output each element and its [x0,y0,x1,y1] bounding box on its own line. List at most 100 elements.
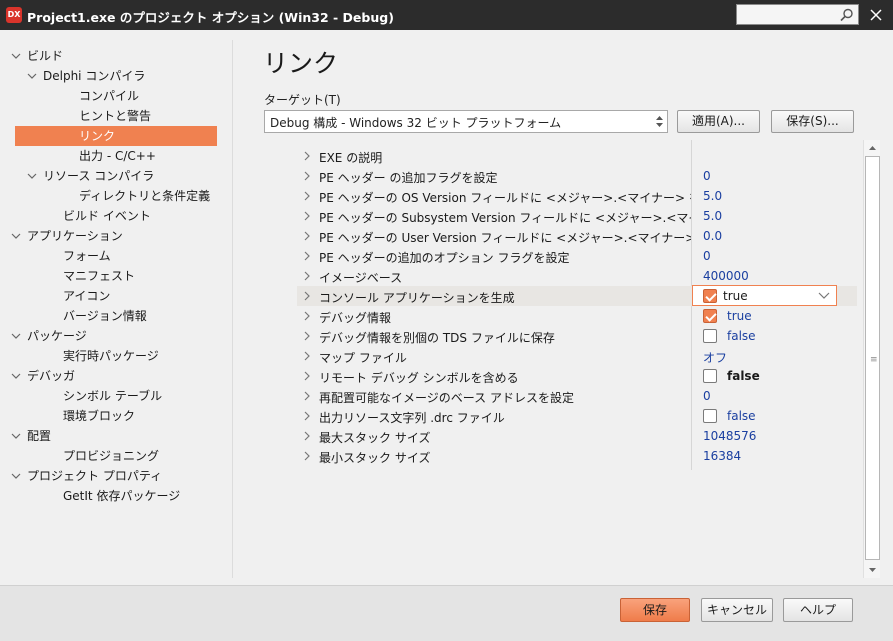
tree-item-label: 配置 [27,429,52,443]
tree-item[interactable]: GetIt 依存パッケージ [9,486,219,506]
tree-item[interactable]: アプリケーション [9,226,219,246]
property-row[interactable]: デバッグ情報を別個の TDS ファイルに保存 false [297,326,857,346]
tree-item[interactable]: デバッガ [9,366,219,386]
tree-item[interactable]: 出力 - C/C++ [9,146,219,166]
tree-item[interactable]: プロビジョニング [9,446,219,466]
chevron-right-icon[interactable] [303,411,311,421]
property-row[interactable]: リモート デバッグ シンボルを含める false [297,366,857,386]
chevron-right-icon[interactable] [303,291,311,301]
property-value: false [727,369,760,383]
property-checkbox[interactable] [703,289,717,303]
save-button[interactable]: 保存 [620,598,690,622]
property-value[interactable]: 400000 [703,269,749,283]
property-editor[interactable]: true [692,285,837,306]
tree-item[interactable]: プロジェクト プロパティ [9,466,219,486]
scroll-up-icon[interactable] [867,143,878,154]
property-row[interactable]: マップ ファイル オフ [297,346,857,366]
apply-button[interactable]: 適用(A)... [677,110,760,133]
property-value[interactable]: 0 [703,169,711,183]
chevron-right-icon[interactable] [303,171,311,181]
chevron-right-icon[interactable] [303,371,311,381]
chevron-right-icon[interactable] [303,231,311,241]
scroll-thumb[interactable]: ≡ [865,156,880,560]
property-row[interactable]: イメージベース 400000 [297,266,857,286]
search-input[interactable] [736,4,859,25]
chevron-right-icon[interactable] [303,431,311,441]
tree-item-label: フォーム [63,249,111,263]
chevron-right-icon[interactable] [303,331,311,341]
tree-item[interactable]: リソース コンパイラ [9,166,219,186]
property-name: 最大スタック サイズ [319,431,431,445]
chevron-down-icon[interactable] [9,326,23,346]
property-value[interactable]: 0 [703,389,711,403]
tree-item[interactable]: パッケージ [9,326,219,346]
tree-item[interactable]: 環境ブロック [9,406,219,426]
chevron-right-icon[interactable] [303,191,311,201]
property-row[interactable]: 再配置可能なイメージのベース アドレスを設定 0 [297,386,857,406]
chevron-right-icon[interactable] [303,151,311,161]
property-value[interactable]: 5.0 [703,209,722,223]
tree-item[interactable]: 実行時パッケージ [9,346,219,366]
property-value[interactable]: 16384 [703,449,741,463]
tree-item[interactable]: リンク [15,126,217,146]
tree-item[interactable]: ディレクトリと条件定義 [9,186,219,206]
property-row[interactable]: PE ヘッダーの User Version フィールドに <メジャー>.<マイナ… [297,226,857,246]
property-row[interactable]: PE ヘッダーの OS Version フィールドに <メジャー>.<マイナー>… [297,186,857,206]
property-checkbox[interactable] [703,369,717,383]
property-value[interactable]: 0 [703,249,711,263]
property-value: true [727,309,752,323]
property-name: デバッグ情報を別個の TDS ファイルに保存 [319,331,555,345]
chevron-down-icon[interactable] [9,426,23,446]
tree-item[interactable]: マニフェスト [9,266,219,286]
tree-item[interactable]: コンパイル [9,86,219,106]
tree-item[interactable]: Delphi コンパイラ [9,66,219,86]
property-value[interactable]: オフ [703,349,727,366]
property-row[interactable]: 最小スタック サイズ 16384 [297,446,857,466]
tree-item[interactable]: ビルド イベント [9,206,219,226]
chevron-down-icon[interactable] [9,226,23,246]
chevron-down-icon[interactable] [25,166,39,186]
tree-item[interactable]: バージョン情報 [9,306,219,326]
chevron-right-icon[interactable] [303,271,311,281]
save-as-button[interactable]: 保存(S)... [771,110,854,133]
property-row[interactable]: PE ヘッダーの Subsystem Version フィールドに <メジャー>… [297,206,857,226]
tree-item[interactable]: フォーム [9,246,219,266]
target-select[interactable]: Debug 構成 - Windows 32 ビット プラットフォーム [264,110,668,133]
tree-item[interactable]: アイコン [9,286,219,306]
chevron-down-icon[interactable] [818,292,830,300]
tree-item[interactable]: 配置 [9,426,219,446]
chevron-right-icon[interactable] [303,311,311,321]
chevron-right-icon[interactable] [303,451,311,461]
chevron-right-icon[interactable] [303,351,311,361]
scroll-down-icon[interactable] [867,564,878,575]
chevron-down-icon[interactable] [25,66,39,86]
chevron-down-icon[interactable] [9,466,23,486]
property-row[interactable]: PE ヘッダーの追加のオプション フラグを設定 0 [297,246,857,266]
cancel-button[interactable]: キャンセル [701,598,773,622]
help-button[interactable]: ヘルプ [783,598,853,622]
close-icon[interactable] [866,5,886,25]
chevron-down-icon[interactable] [9,366,23,386]
tree-item[interactable]: ビルド [9,46,219,66]
property-row[interactable]: 最大スタック サイズ 1048576 [297,426,857,446]
vertical-scrollbar[interactable]: ≡ [863,140,880,578]
property-name: PE ヘッダーの User Version フィールドに <メジャー>.<マイナ… [319,231,691,245]
property-row[interactable]: 出力リソース文字列 .drc ファイル false [297,406,857,426]
property-checkbox[interactable] [703,409,717,423]
property-row[interactable]: EXE の説明 [297,146,857,166]
property-row[interactable]: デバッグ情報 true [297,306,857,326]
target-label: ターゲット(T) [264,93,341,107]
chevron-right-icon[interactable] [303,391,311,401]
property-value[interactable]: 5.0 [703,189,722,203]
chevron-right-icon[interactable] [303,251,311,261]
property-value[interactable]: 0.0 [703,229,722,243]
property-checkbox[interactable] [703,309,717,323]
property-checkbox[interactable] [703,329,717,343]
tree-item[interactable]: シンボル テーブル [9,386,219,406]
chevron-down-icon[interactable] [9,46,23,66]
property-row[interactable]: コンソール アプリケーションを生成 true [297,285,857,306]
property-value[interactable]: 1048576 [703,429,756,443]
chevron-right-icon[interactable] [303,211,311,221]
tree-item[interactable]: ヒントと警告 [9,106,219,126]
property-row[interactable]: PE ヘッダー の追加フラグを設定 0 [297,166,857,186]
